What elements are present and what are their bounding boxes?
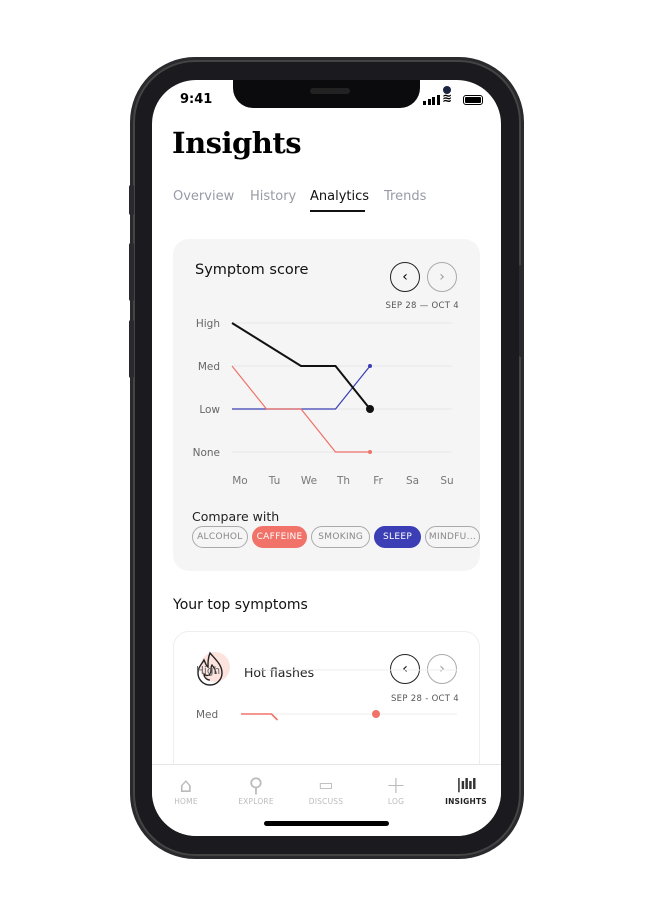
power-button (519, 265, 524, 357)
nav-label: EXPLORE (238, 797, 274, 806)
nav-label: HOME (174, 797, 198, 806)
chat-icon: ▭ (318, 775, 334, 794)
nav-insights[interactable]: |ılıl INSIGHTS (436, 773, 496, 806)
nav-label: INSIGHTS (445, 797, 487, 806)
volume-down-button (129, 320, 134, 378)
nav-discuss[interactable]: ▭ DISCUSS (296, 773, 356, 806)
series-line (241, 713, 279, 721)
nav-label: LOG (387, 797, 405, 806)
nav-home[interactable]: ⌂ HOME (156, 773, 216, 806)
y-tick-label: High (196, 665, 220, 677)
screen: 9:41 ≋ Insights Overview History Analyti… (152, 80, 501, 836)
data-point (372, 710, 380, 718)
search-icon: ⚲ (248, 773, 264, 797)
mute-switch (129, 185, 134, 215)
nav-log[interactable]: + LOG (366, 773, 426, 806)
home-indicator (264, 821, 389, 826)
y-tick-label: Med (196, 709, 218, 721)
plus-icon: + (385, 771, 407, 799)
nav-label: DISCUSS (308, 797, 344, 806)
hot-flashes-chart: High Med (196, 665, 457, 721)
home-icon: ⌂ (179, 773, 193, 797)
bar-chart-icon: |ılıl (456, 777, 476, 793)
nav-explore[interactable]: ⚲ EXPLORE (226, 773, 286, 806)
volume-up-button (129, 243, 134, 301)
